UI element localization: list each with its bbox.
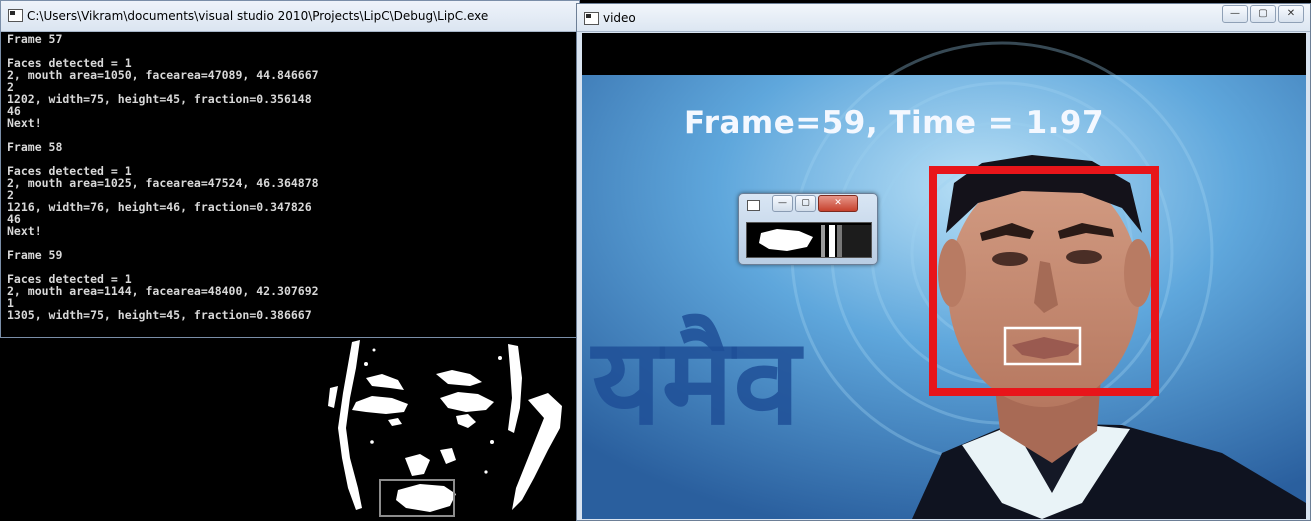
- video-titlebar[interactable]: video — ▢ ✕: [577, 4, 1310, 32]
- frame-time-overlay: Frame=59, Time = 1.97: [684, 105, 1105, 141]
- console-window: C:\Users\Vikram\documents\visual studio …: [0, 0, 580, 338]
- console-line: 2, mouth area=1144, facearea=48400, 42.3…: [7, 284, 319, 298]
- video-title: video: [603, 11, 636, 25]
- binary-face-svg: [0, 338, 578, 521]
- console-line: 2, mouth area=1050, facearea=47089, 44.8…: [7, 68, 319, 82]
- console-output: Frame 57 Faces detected = 1 2, mouth area=…: [7, 33, 575, 337]
- console-line: 2, mouth area=1025, facearea=47524, 46.3…: [7, 176, 319, 190]
- console-app-icon: [8, 9, 23, 22]
- binary-face-image: [0, 338, 578, 521]
- video-app-icon: [584, 12, 599, 25]
- console-line: 46: [7, 104, 21, 118]
- mouth-preview-image: [746, 222, 872, 258]
- console-line: Next!: [7, 116, 42, 130]
- video-window: video — ▢ ✕ यमैव Frame=59, Time = 1.97: [576, 3, 1311, 521]
- console-titlebar[interactable]: C:\Users\Vikram\documents\visual studio …: [1, 1, 579, 32]
- video-frame: यमैव Frame=59, Time = 1.97: [582, 33, 1306, 519]
- console-line: Frame 59: [7, 248, 63, 262]
- console-line: Frame 57: [7, 32, 63, 46]
- console-line: Frame 58: [7, 140, 63, 154]
- console-line: 1216, width=76, height=46, fraction=0.34…: [7, 200, 312, 214]
- background-text: यमैव: [590, 313, 804, 452]
- mini-close-button[interactable]: ✕: [818, 195, 858, 212]
- console-line: Next!: [7, 224, 42, 238]
- close-button[interactable]: ✕: [1278, 5, 1304, 23]
- mini-minimize-button[interactable]: —: [772, 195, 793, 212]
- console-line: 46: [7, 212, 21, 226]
- minimize-button[interactable]: —: [1222, 5, 1248, 23]
- mini-maximize-button[interactable]: ▢: [795, 195, 816, 212]
- console-title: C:\Users\Vikram\documents\visual studio …: [27, 9, 489, 23]
- maximize-button[interactable]: ▢: [1250, 5, 1276, 23]
- console-line: 1305, width=75, height=45, fraction=0.38…: [7, 308, 312, 322]
- console-line: 1202, width=75, height=45, fraction=0.35…: [7, 92, 312, 106]
- mini-app-icon: [747, 200, 760, 211]
- mouth-preview-svg: [747, 223, 871, 257]
- mouth-preview-window: — ▢ ✕: [738, 193, 878, 265]
